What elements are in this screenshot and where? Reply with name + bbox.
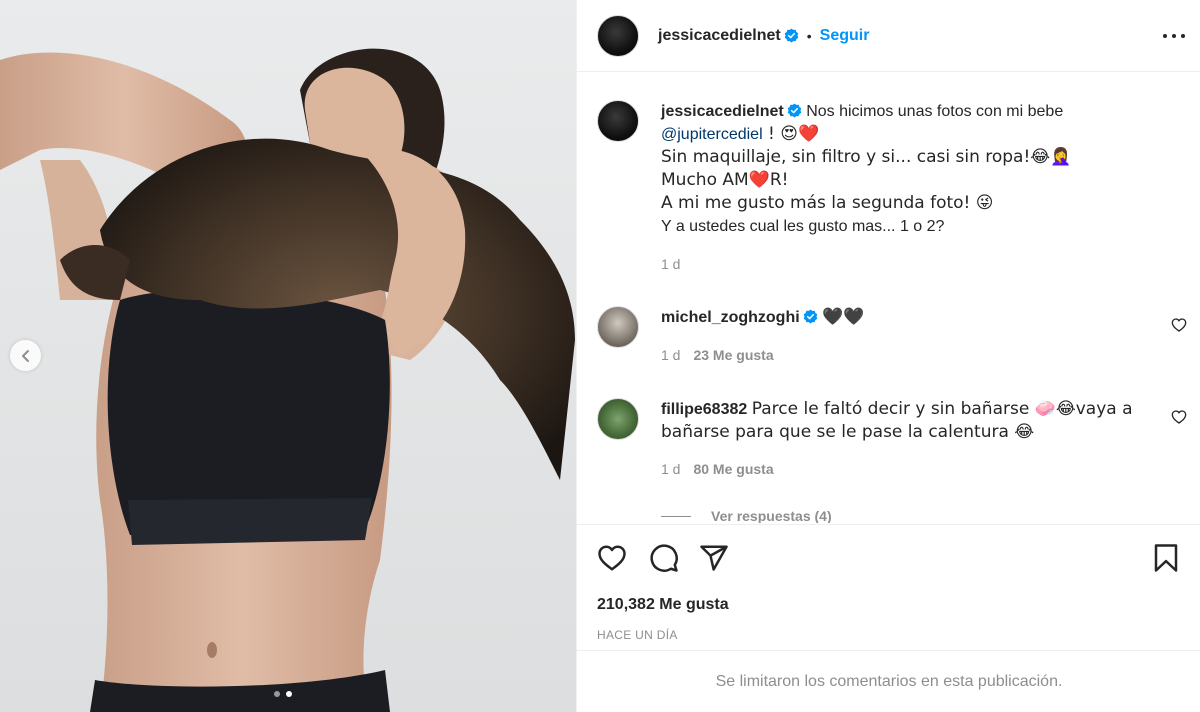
comment-meta: 1 d 80 Me gusta [661, 461, 774, 477]
caption-line: A mi me gusto más la segunda foto! 😜 [661, 193, 994, 213]
caption-line: Y a ustedes cual les gusto mas... 1 o 2? [661, 218, 945, 235]
caption-time[interactable]: 1 d [661, 256, 680, 272]
instagram-post: jessicacedielnet • Seguir jessicacedieln… [0, 0, 1200, 712]
comment: fillipe68382 Parce le faltó decir y sin … [597, 398, 1187, 508]
heart-icon[interactable] [1171, 317, 1187, 333]
comment-username[interactable]: michel_zoghzoghi [661, 309, 800, 326]
more-icon[interactable] [1163, 26, 1185, 46]
comment: michel_zoghzoghi 🖤🖤 1 d 23 Me gusta [597, 306, 1187, 376]
post-actions: 210,382 Me gusta HACE UN DÍA [577, 524, 1200, 649]
likes-count[interactable]: 210,382 Me gusta [597, 596, 729, 614]
share-icon[interactable] [699, 543, 729, 573]
view-replies-button[interactable]: Ver respuestas (4) [661, 508, 832, 523]
post-photo [0, 48, 575, 712]
comment-meta: 1 d 23 Me gusta [661, 347, 774, 363]
caption-text: jessicacedielnet Nos hicimos unas fotos … [661, 100, 1161, 238]
comment-time[interactable]: 1 d [661, 461, 680, 477]
replies-line [661, 515, 691, 517]
verified-icon [784, 28, 798, 43]
author-avatar[interactable] [597, 14, 639, 57]
heart-icon[interactable] [1171, 409, 1187, 425]
header-separator: • [806, 27, 812, 44]
chevron-left-icon [21, 349, 29, 362]
comment-time[interactable]: 1 d [661, 347, 680, 363]
carousel-prev-button[interactable] [10, 340, 41, 371]
verified-icon [803, 309, 817, 324]
mention-link[interactable]: @jupitercediel [661, 126, 763, 143]
view-replies-label: Ver respuestas (4) [711, 508, 832, 523]
comment-text: michel_zoghzoghi 🖤🖤 [661, 306, 1161, 329]
post-media[interactable] [0, 0, 576, 712]
bookmark-icon[interactable] [1151, 543, 1181, 573]
heart-icon[interactable] [597, 543, 627, 573]
post-header: jessicacedielnet • Seguir [577, 0, 1200, 72]
comment-likes[interactable]: 23 Me gusta [693, 347, 773, 363]
caption-avatar[interactable] [597, 100, 639, 142]
commenter-avatar[interactable] [597, 398, 639, 440]
caption-line: Mucho AM❤️R! [661, 170, 789, 190]
caption: jessicacedielnet Nos hicimos unas fotos … [597, 100, 1187, 272]
post-timestamp[interactable]: HACE UN DÍA [597, 628, 678, 642]
caption-line: ! 😍❤️ [762, 124, 820, 144]
comments-limited-notice: Se limitaron los comentarios en esta pub… [577, 650, 1200, 712]
comment-username[interactable]: fillipe68382 [661, 401, 747, 418]
follow-button[interactable]: Seguir [820, 27, 870, 45]
caption-meta: 1 d [661, 256, 680, 272]
carousel-dot [274, 691, 280, 697]
comment-likes[interactable]: 80 Me gusta [693, 461, 773, 477]
post-sidebar: jessicacedielnet • Seguir jessicacedieln… [576, 0, 1200, 712]
comments-list[interactable]: jessicacedielnet Nos hicimos unas fotos … [577, 73, 1200, 523]
caption-line: Nos hicimos unas fotos con mi bebe [806, 103, 1064, 120]
comment-text: fillipe68382 Parce le faltó decir y sin … [661, 398, 1161, 444]
comment-icon[interactable] [649, 543, 679, 573]
author-username[interactable]: jessicacedielnet [658, 27, 781, 45]
caption-username[interactable]: jessicacedielnet [661, 103, 784, 120]
carousel-indicator [274, 691, 292, 697]
verified-icon [787, 103, 801, 118]
commenter-avatar[interactable] [597, 306, 639, 348]
carousel-dot-active [286, 691, 292, 697]
comment-body: 🖤🖤 [822, 307, 865, 327]
caption-line: Sin maquillaje, sin filtro y si... casi … [661, 147, 1072, 167]
